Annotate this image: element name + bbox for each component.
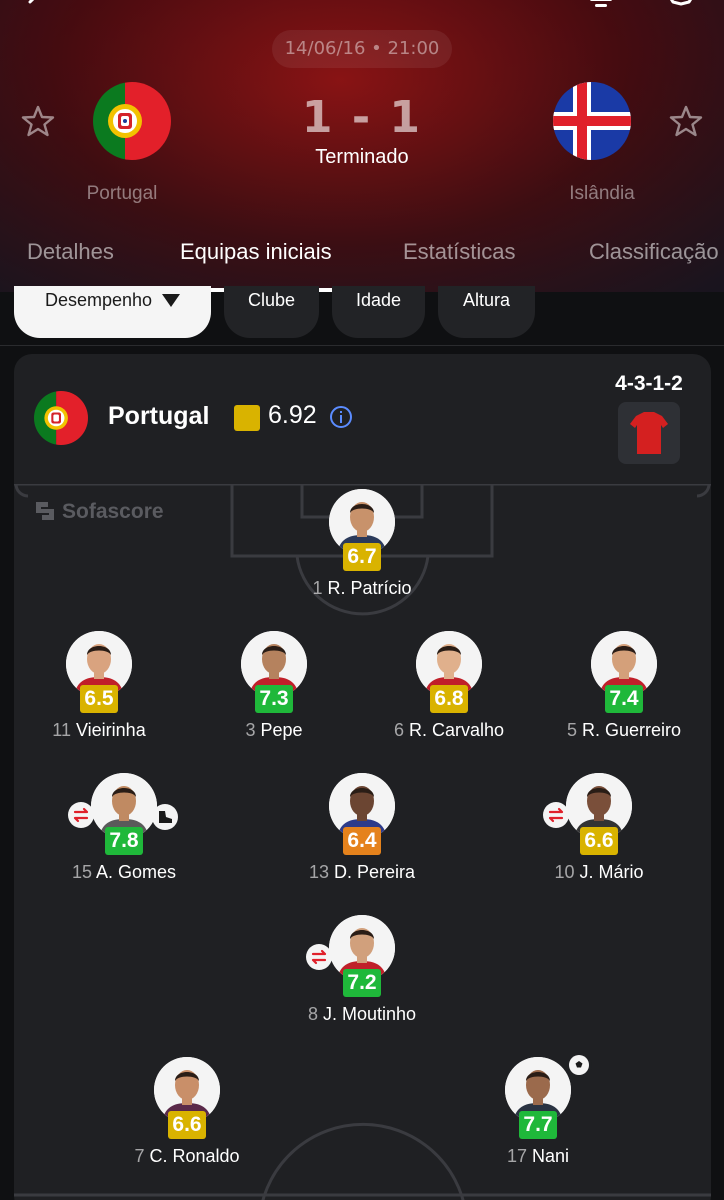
player-name-text: R. Patrício: [327, 578, 412, 598]
filter-chip-performance[interactable]: Desempenho: [14, 286, 211, 338]
player-8[interactable]: 7.2 8 J. Moutinho: [277, 915, 447, 1035]
player-15[interactable]: 7.8 15 A. Gomes: [39, 773, 209, 893]
player-name-text: C. Ronaldo: [149, 1146, 240, 1166]
jersey-icon: [630, 412, 668, 454]
team-jersey[interactable]: [618, 402, 680, 464]
player-name: 13 D. Pereira: [277, 862, 447, 883]
player-name: 10 J. Mário: [514, 862, 684, 883]
player-13[interactable]: 6.4 13 D. Pereira: [277, 773, 447, 893]
player-rating: 7.4: [605, 685, 643, 713]
player-rating: 6.6: [168, 1111, 206, 1139]
player-name-text: R. Guerreiro: [582, 720, 682, 740]
substitution-icon: [306, 944, 332, 970]
player-name-text: Vieirinha: [75, 720, 146, 740]
tab-lineups[interactable]: Equipas iniciais: [180, 232, 332, 292]
player-name-text: J. Moutinho: [322, 1004, 417, 1024]
player-rating: 6.5: [80, 685, 118, 713]
player-number: 7: [134, 1146, 145, 1166]
match-tabs: Detalhes Equipas iniciais Estatísticas C…: [0, 232, 724, 292]
team-average-rating: 6.92: [268, 401, 317, 429]
player-number: 6: [393, 720, 404, 740]
info-icon[interactable]: [329, 405, 353, 429]
player-5[interactable]: 7.4 5 R. Guerreiro: [539, 631, 709, 751]
player-rating: 6.6: [580, 827, 618, 855]
filter-icon[interactable]: [586, 0, 616, 10]
lineup-team-name[interactable]: Portugal: [108, 402, 209, 431]
team-flag-icon: [34, 391, 88, 445]
tab-statistics[interactable]: Estatísticas: [403, 232, 515, 292]
match-datetime: 14/06/16 • 21:00: [272, 30, 452, 68]
lineup-filter-row: Desempenho Clube Idade Altura: [0, 286, 724, 346]
player-number: 11: [52, 720, 71, 740]
player-name: 15 A. Gomes: [39, 862, 209, 883]
dropdown-arrow-icon: [162, 294, 181, 307]
goal-ball-icon: [566, 1052, 592, 1078]
player-number: 8: [307, 1004, 318, 1024]
player-name: 3 Pepe: [189, 720, 359, 741]
player-number: 15: [71, 862, 92, 882]
player-name: 6 R. Carvalho: [364, 720, 534, 741]
lineup-card-header: Portugal 6.92 4-3-1-2: [14, 354, 711, 484]
player-7[interactable]: 6.6 7 C. Ronaldo: [102, 1057, 272, 1177]
substitution-icon: [543, 802, 569, 828]
filter-chip-label: Desempenho: [44, 290, 153, 310]
away-team-name[interactable]: Islândia: [522, 183, 682, 205]
player-name: 17 Nani: [453, 1146, 623, 1167]
sofascore-watermark: Sofascore: [34, 500, 164, 524]
filter-chip-club[interactable]: Clube: [224, 286, 319, 338]
player-10[interactable]: 6.6 10 J. Mário: [514, 773, 684, 893]
home-flag-icon[interactable]: [93, 82, 171, 160]
match-header: 14/06/16 • 21:00 1 - 1 Terminado Portuga…: [0, 0, 724, 292]
player-rating: 7.2: [343, 969, 381, 997]
player-name: 7 C. Ronaldo: [102, 1146, 272, 1167]
watermark-text: Sofascore: [62, 500, 164, 523]
sofascore-logo-icon: [36, 502, 54, 520]
player-name-text: Pepe: [260, 720, 303, 740]
player-name: 8 J. Moutinho: [277, 1004, 447, 1025]
player-rating: 6.8: [430, 685, 468, 713]
player-rating: 6.4: [343, 827, 381, 855]
player-name-text: R. Carvalho: [408, 720, 505, 740]
player-3[interactable]: 7.3 3 Pepe: [189, 631, 359, 751]
tab-details[interactable]: Detalhes: [27, 232, 114, 292]
player-number: 10: [554, 862, 575, 882]
boot-icon: [152, 804, 178, 830]
follow-home-star-icon[interactable]: [21, 104, 55, 138]
formation-label: 4-3-1-2: [615, 372, 683, 395]
back-arrow-icon[interactable]: [24, 0, 54, 10]
player-6[interactable]: 6.8 6 R. Carvalho: [364, 631, 534, 751]
tab-standings[interactable]: Classificação: [589, 232, 719, 292]
player-name: 1 R. Patrício: [277, 578, 447, 599]
favorite-star-icon[interactable]: [666, 0, 696, 10]
player-name: 5 R. Guerreiro: [539, 720, 709, 741]
player-number: 13: [308, 862, 329, 882]
player-rating: 6.7: [343, 543, 381, 571]
player-number: 3: [245, 720, 256, 740]
player-name: 11 Vieirinha: [14, 720, 184, 741]
substitution-icon: [68, 802, 94, 828]
player-17[interactable]: 7.7 17 Nani: [453, 1052, 623, 1177]
player-rating: 7.8: [105, 827, 143, 855]
match-status: Terminado: [315, 146, 409, 168]
player-number: 5: [566, 720, 577, 740]
away-flag-icon[interactable]: [553, 82, 631, 160]
player-name-text: D. Pereira: [334, 862, 416, 882]
player-1[interactable]: 6.7 1 R. Patrício: [277, 489, 447, 609]
player-name-text: Nani: [532, 1146, 570, 1166]
follow-away-star-icon[interactable]: [669, 104, 703, 138]
player-11[interactable]: 6.5 11 Vieirinha: [14, 631, 184, 751]
player-name-text: J. Mário: [579, 862, 644, 882]
player-number: 17: [506, 1146, 527, 1166]
player-number: 1: [312, 578, 323, 598]
player-rating: 7.7: [519, 1111, 557, 1139]
home-team-name[interactable]: Portugal: [42, 183, 202, 205]
player-name-text: A. Gomes: [96, 862, 177, 882]
team-rating-badge: [234, 405, 260, 431]
filter-chip-height[interactable]: Altura: [438, 286, 535, 338]
player-rating: 7.3: [255, 685, 293, 713]
match-score: 1 - 1: [301, 92, 423, 143]
filter-chip-age[interactable]: Idade: [332, 286, 425, 338]
